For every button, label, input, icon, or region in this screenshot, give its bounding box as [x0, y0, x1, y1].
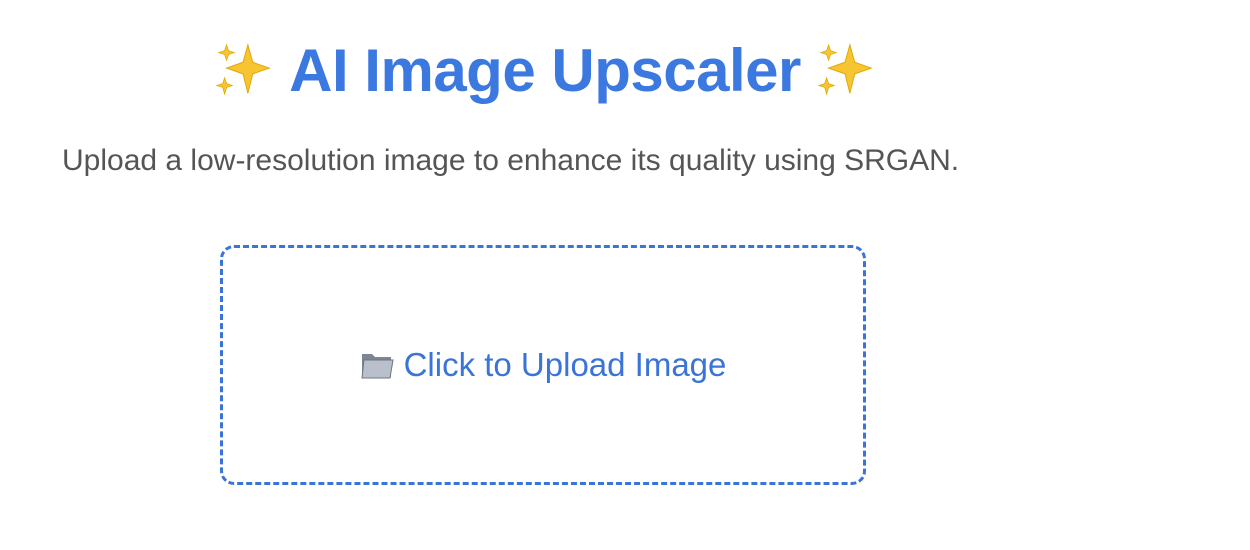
- folder-icon: [361, 354, 394, 379]
- sparkles-icon: [817, 43, 873, 96]
- page-title: AI Image Upscaler: [289, 36, 801, 104]
- header: AI Image Upscaler: [0, 30, 1090, 110]
- sparkles-icon: [215, 43, 271, 96]
- upload-label[interactable]: Click to Upload Image: [404, 346, 727, 384]
- app-page: AI Image Upscaler Upload a low-resolutio…: [0, 0, 1250, 550]
- upload-dropzone[interactable]: Click to Upload Image: [220, 245, 866, 485]
- page-description: Upload a low-resolution image to enhance…: [62, 144, 960, 177]
